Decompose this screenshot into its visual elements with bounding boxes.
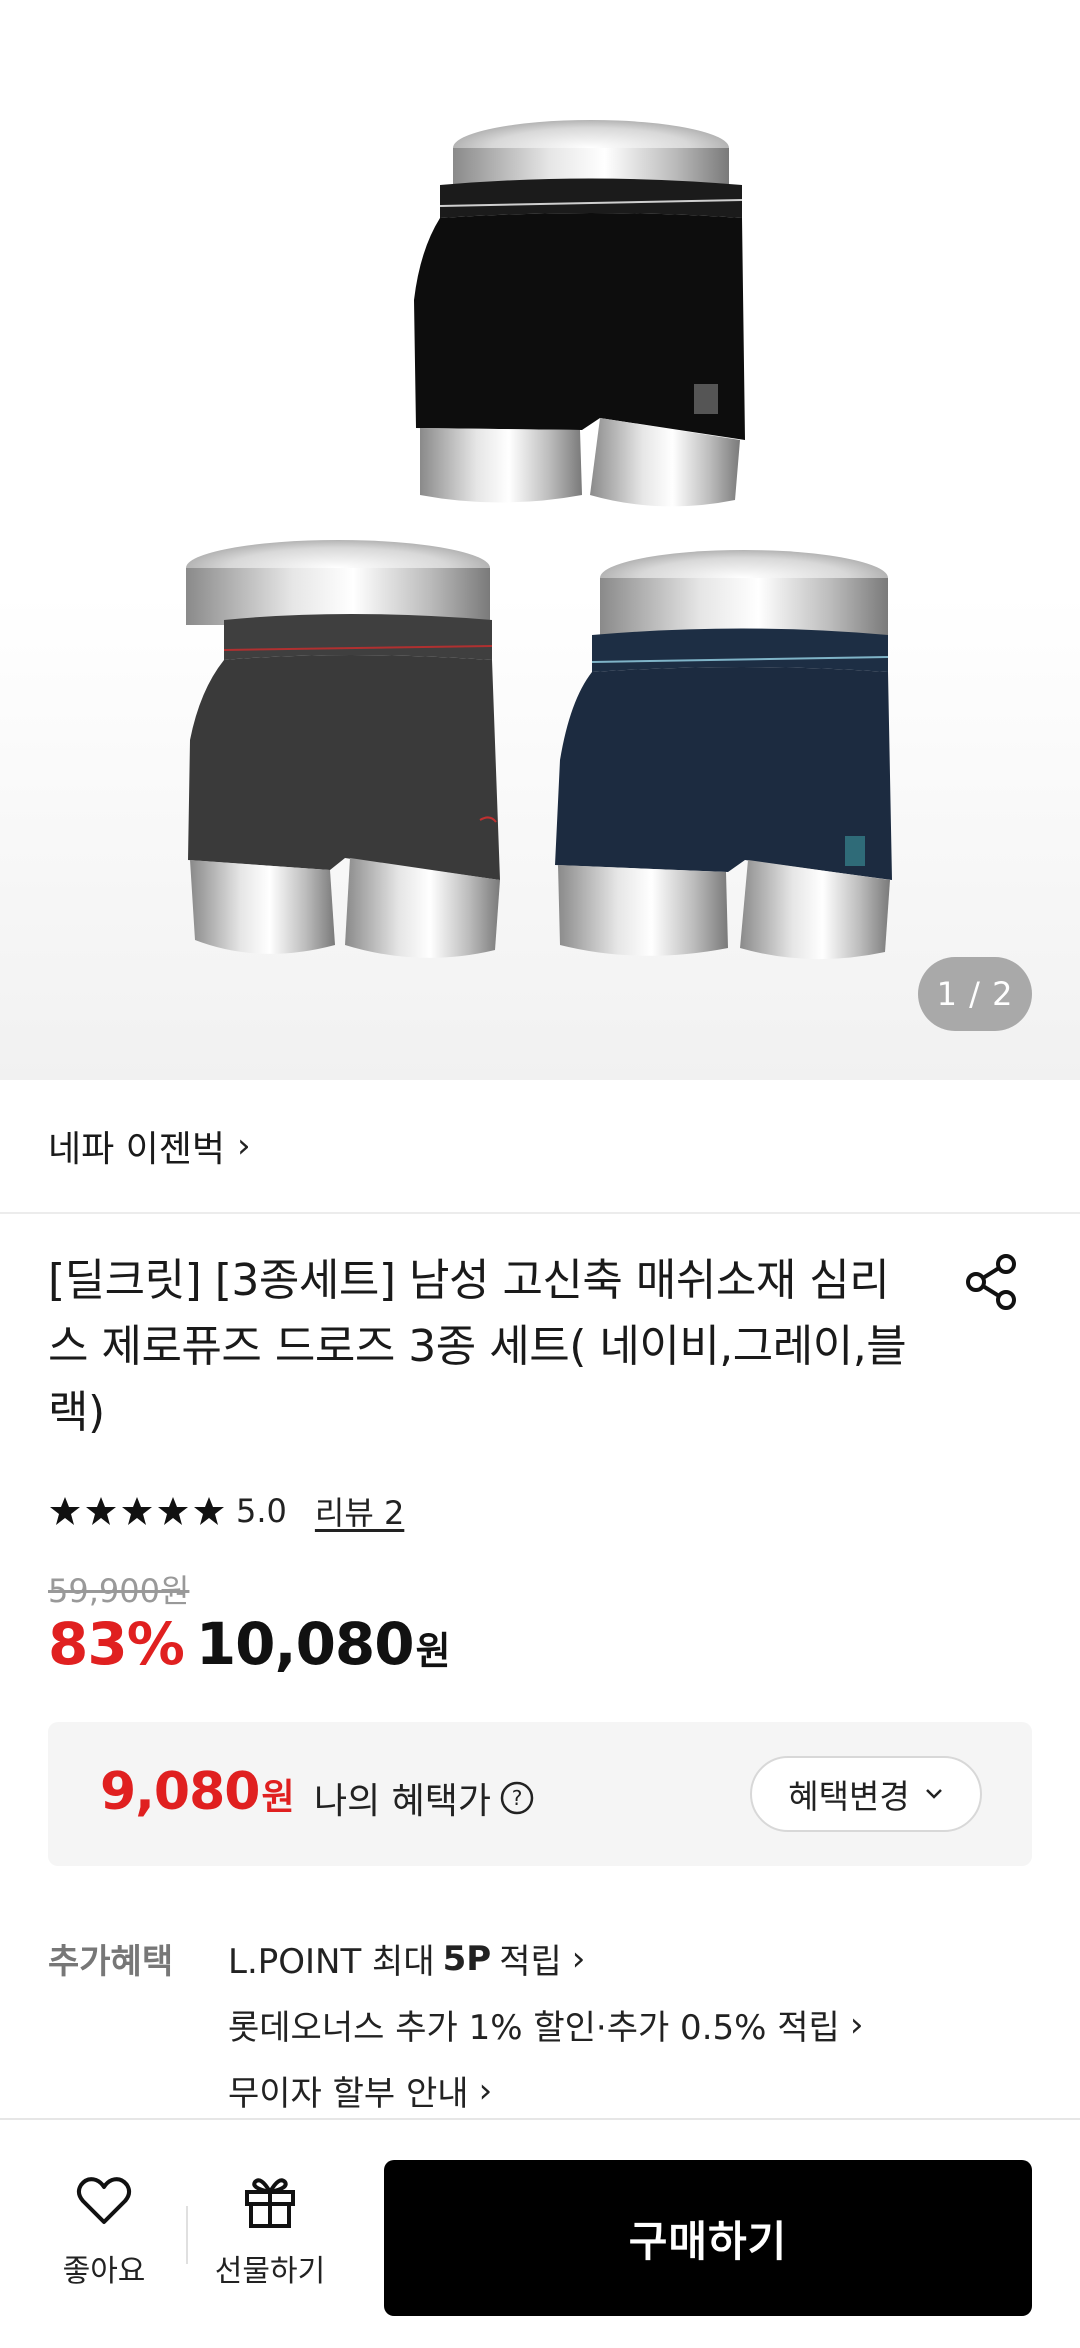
star-icon (122, 1497, 152, 1525)
original-price: 59,900원 (48, 1572, 190, 1610)
like-button[interactable]: 좋아요 (34, 2160, 174, 2310)
svg-text:?: ? (512, 1786, 523, 1810)
installment-info-link[interactable]: 무이자 할부 안내 › (228, 2066, 492, 2115)
lotte-owners-benefit-link[interactable]: 롯데오너스 추가 1% 할인·추가 0.5% 적립 › (228, 2000, 863, 2049)
star-icon (194, 1497, 224, 1525)
rating-row: 5.0 리뷰 2 (48, 1486, 404, 1536)
benefit-currency: 원 (261, 1777, 294, 1818)
help-circle-icon[interactable]: ? (499, 1780, 535, 1816)
extra-benefits-label: 추가혜택 (48, 1942, 174, 1982)
lotte-owners-text: 롯데오너스 추가 1% 할인·추가 0.5% 적립 (228, 2008, 840, 2048)
product-title: [딜크릿] [3종세트] 남성 고신축 매쉬소재 심리스 제로퓨즈 드로즈 3종… (48, 1255, 907, 1438)
mannequin-black (414, 120, 745, 507)
benefit-price: 9,080원 (100, 1762, 295, 1822)
product-page: 1 / 2 네파 이젠벅 › [딜크릿] [3종세트] 남성 고신축 매쉬소재 … (0, 0, 1080, 2348)
rating-score: 5.0 (236, 1492, 287, 1530)
image-counter: 1 / 2 (918, 957, 1032, 1031)
review-link[interactable]: 리뷰 2 (315, 1488, 404, 1534)
currency-unit: 원 (415, 1629, 451, 1673)
lpoint-points: 5P (442, 1938, 492, 1979)
chevron-right-icon: › (571, 1938, 586, 1979)
lpoint-prefix: L.POINT 최대 (228, 1942, 435, 1982)
star-icon (86, 1497, 116, 1525)
gift-button[interactable]: 선물하기 (200, 2160, 340, 2310)
star-icon (50, 1497, 80, 1525)
sale-price: 10,080 (195, 1610, 415, 1678)
lpoint-suffix: 적립 (499, 1942, 562, 1982)
chevron-down-icon (925, 1789, 942, 1799)
gift-icon (245, 2178, 295, 2228)
lpoint-benefit-link[interactable]: L.POINT 최대 5P 적립 › (228, 1934, 585, 1983)
chevron-right-icon: › (849, 2004, 864, 2045)
gift-label: 선물하기 (214, 2254, 326, 2289)
installment-text: 무이자 할부 안내 (228, 2074, 469, 2114)
benefit-label: 나의 혜택가 (314, 1781, 492, 1822)
bottom-action-bar: 좋아요 선물하기 구매하기 (0, 2118, 1080, 2348)
star-rating (48, 1494, 226, 1528)
chevron-right-icon: › (237, 1126, 251, 1166)
share-button[interactable] (962, 1252, 1022, 1312)
product-image-gallery[interactable]: 1 / 2 (0, 0, 1080, 1080)
chevron-right-icon: › (478, 2070, 493, 2111)
benefit-price-value: 9,080 (100, 1762, 260, 1822)
benefit-price-box: 9,080원 나의 혜택가 ? 혜택변경 (48, 1722, 1032, 1866)
divider (186, 2206, 188, 2264)
heart-icon (76, 2177, 132, 2224)
benefit-label-row[interactable]: 나의 혜택가 ? (314, 1772, 535, 1824)
mannequin-gray (186, 540, 500, 958)
brand-name: 네파 이젠벅 (48, 1129, 226, 1170)
price-row: 83% 10,080 원 (48, 1610, 451, 1682)
benefit-change-label: 혜택변경 (788, 1777, 910, 1816)
benefit-change-button[interactable]: 혜택변경 (750, 1756, 982, 1832)
like-label: 좋아요 (62, 2254, 146, 2289)
mannequin-navy (555, 550, 892, 960)
product-image (186, 120, 892, 960)
share-icon (966, 1254, 1016, 1310)
buy-button[interactable]: 구매하기 (384, 2160, 1032, 2316)
brand-link[interactable]: 네파 이젠벅 › (0, 1080, 1080, 1214)
star-icon (158, 1497, 188, 1525)
discount-rate: 83% (48, 1610, 185, 1678)
